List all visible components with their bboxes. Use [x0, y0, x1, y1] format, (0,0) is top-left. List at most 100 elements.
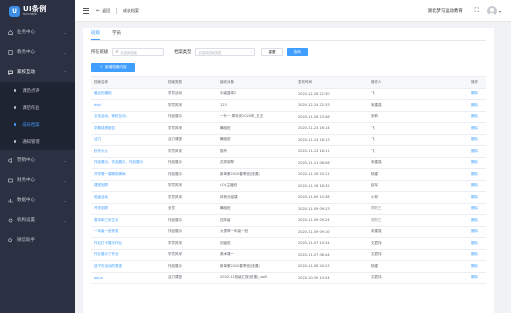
school-name[interactable]: 湖北梦马运动教育 — [428, 8, 463, 14]
archive-name-link[interactable]: 周末和三年生长 — [91, 218, 168, 223]
delete-link[interactable]: 删除 — [471, 91, 486, 96]
wechat-icon — [8, 237, 13, 243]
table-cell: 文君伟 — [371, 275, 382, 280]
table-row: aqua 活力课堂 2020-12班级汇报(班课)_so0l 2020-10-30 1… — [91, 273, 486, 284]
delete-link[interactable]: 删除 — [471, 264, 486, 269]
menu-toggle-icon[interactable] — [83, 7, 89, 14]
delete-link[interactable]: 删除 — [471, 149, 486, 154]
archive-name-link[interactable]: 班级活动 — [91, 195, 168, 200]
archive-name-link[interactable]: 活力 — [91, 137, 168, 142]
archive-name-link[interactable]: 课堂回顾 — [91, 183, 168, 188]
sidebar-item-home-school[interactable]: 家校互动 ⌃ — [0, 62, 75, 82]
reset-button[interactable]: 重置 — [261, 48, 283, 56]
column-header: 接收对象 — [220, 79, 234, 84]
archive-name-link[interactable]: 作品展示，作品展示，作品展示 — [91, 160, 168, 165]
archive-name-link[interactable]: 一年级一班获奖 — [91, 229, 168, 234]
sidebar-item-finance[interactable]: 财务中心 ⌄ — [0, 170, 75, 190]
sidebar-item-settings[interactable]: 机构设置 ⌄ — [0, 210, 75, 230]
table-cell: 2020-11-24 16:14 — [298, 126, 330, 131]
page-title: 成长档案 — [122, 7, 139, 13]
delete-link[interactable]: 删除 — [471, 252, 486, 257]
delete-link[interactable]: 删除 — [471, 275, 486, 280]
archive-name-link[interactable]: 开学第一课精彩瞬间 — [91, 172, 168, 177]
column-header: 发布时间 — [298, 79, 312, 84]
table-cell: 活力课堂 — [168, 275, 182, 280]
archive-table: 档案名称 档案类型 接收对象 发布时间 操作人 操作 最近的通知 学员活动 中级篮球… — [91, 76, 486, 284]
archive-name-link[interactable]: 作业展示了作业 — [91, 252, 168, 257]
archive-name-link[interactable]: 开学回顾 — [91, 206, 168, 211]
class-filter-input[interactable]: ☰ 请选择班级 — [112, 48, 165, 56]
wallet-icon — [8, 178, 13, 183]
chevron-down-icon: ⌄ — [63, 217, 67, 223]
bullet-icon — [14, 89, 17, 92]
sidebar-subitem-review[interactable]: 课后点评 — [0, 82, 75, 99]
bullet-icon — [14, 140, 17, 143]
back-button[interactable]: ← 返回 — [96, 8, 110, 14]
table-row: 孩子在活动的表现 作品展示 新单第2020春季班(班课) 2020-11-06 20:… — [91, 261, 486, 273]
delete-link[interactable]: 删除 — [471, 229, 486, 234]
delete-link[interactable]: 删除 — [471, 195, 486, 200]
add-archive-button[interactable]: ＋ 新增档案内容 — [91, 63, 135, 72]
table-cell: 中级篮球2 — [220, 91, 237, 96]
delete-link[interactable]: 删除 — [471, 241, 486, 246]
delete-link[interactable]: 删除 — [471, 137, 486, 142]
logo-mark: U — [9, 5, 20, 17]
type-filter-select[interactable]: 请选择档案类型 ⌄ — [195, 48, 256, 56]
table-cell: 2020-12-24 22:33 — [298, 103, 330, 108]
sidebar-item-label: 数据中心 — [17, 198, 35, 203]
delete-link[interactable]: 删除 — [471, 114, 486, 119]
archive-name-link[interactable]: 作业打卡展示作业 — [91, 241, 168, 246]
sidebar-item-data[interactable]: 数据中心 ⌄ — [0, 190, 75, 210]
sidebar-subitem-notice[interactable]: 通知管理 — [0, 133, 75, 150]
tab-student[interactable]: 学员 — [112, 30, 121, 40]
archive-name-link[interactable]: 文化活动，家校互动。 — [91, 114, 168, 119]
sidebar-item-wechat[interactable]: 微信助手 — [0, 230, 75, 250]
delete-link[interactable]: 删除 — [471, 206, 486, 211]
chat-icon — [8, 70, 13, 75]
sidebar-item-marketing[interactable]: 营销中心 ⌄ — [0, 150, 75, 170]
table-row: 最近的通知 学员活动 中级篮球2 2020-12-26 22:30 飞 删除 — [91, 89, 486, 100]
table-cell: 学员风采 — [168, 194, 182, 199]
table-cell: 作品展示 — [168, 171, 182, 176]
table-cell: 作品展示 — [168, 229, 182, 234]
sidebar-item-teaching[interactable]: 教务中心 ⌄ — [0, 42, 75, 62]
sidebar-item-business[interactable]: 业务中心 ⌄ — [0, 22, 75, 42]
archive-name-link[interactable]: 秒杀头公 — [91, 149, 168, 154]
table-row: 作业打卡展示作业 学员风采 初级班 2020-11-07 10:34 文君伟 删除 — [91, 238, 486, 250]
chevron-down-icon: ⌄ — [63, 197, 67, 203]
divider — [116, 7, 117, 14]
delete-link[interactable]: 删除 — [471, 172, 486, 177]
chevron-down-icon: ⌄ — [63, 29, 67, 35]
archive-name-link[interactable]: 学期成绩报告 — [91, 126, 168, 131]
table-cell: 全员 — [168, 206, 175, 211]
table-cell: 作品展示 — [168, 114, 182, 119]
archive-name-link[interactable]: aqua — [91, 276, 168, 280]
table-cell: 新单第2020春季班(班课) — [220, 171, 260, 176]
table-cell: 猫号 — [220, 148, 227, 153]
fullscreen-icon[interactable]: ⛶ — [475, 7, 479, 15]
sidebar-item-label: 财务中心 — [17, 178, 35, 183]
table-cell: 作品展示 — [168, 217, 182, 222]
sidebar-subitem-homework[interactable]: 课后作业 — [0, 99, 75, 116]
tab-class[interactable]: 班级 — [91, 30, 100, 40]
delete-link[interactable]: 删除 — [471, 126, 486, 131]
table-cell: 作品展示 — [168, 263, 182, 268]
avatar[interactable] — [486, 6, 497, 16]
delete-link[interactable]: 删除 — [471, 160, 486, 165]
delete-link[interactable]: 删除 — [471, 218, 486, 223]
list-icon: ☰ — [115, 50, 119, 54]
sidebar-subitem-label: 成长档案 — [22, 122, 40, 128]
table-cell: 宋建强 — [371, 160, 382, 165]
delete-link[interactable]: 删除 — [471, 103, 486, 108]
search-button[interactable]: 查询 — [286, 48, 308, 56]
header-right: 湖北梦马运动教育 ⛶ ▾ — [428, 0, 501, 22]
table-cell: 刘万三 — [371, 206, 382, 211]
table-row: 一年级一班获奖 作品展示 大提琴一年级一班 2020-11-09 09:10 宋建强 删除 — [91, 227, 486, 238]
archive-name-link[interactable]: 孩子在活动的表现 — [91, 264, 168, 269]
sidebar-subitem-growth-archive[interactable]: 成长档案 — [0, 116, 75, 133]
caret-down-icon[interactable]: ▾ — [499, 9, 501, 14]
archive-name-link[interactable]: ddd — [91, 103, 168, 107]
archive-name-link[interactable]: 最近的通知 — [91, 91, 168, 96]
delete-link[interactable]: 删除 — [471, 183, 486, 188]
table-cell: 学员风采 — [168, 125, 182, 130]
